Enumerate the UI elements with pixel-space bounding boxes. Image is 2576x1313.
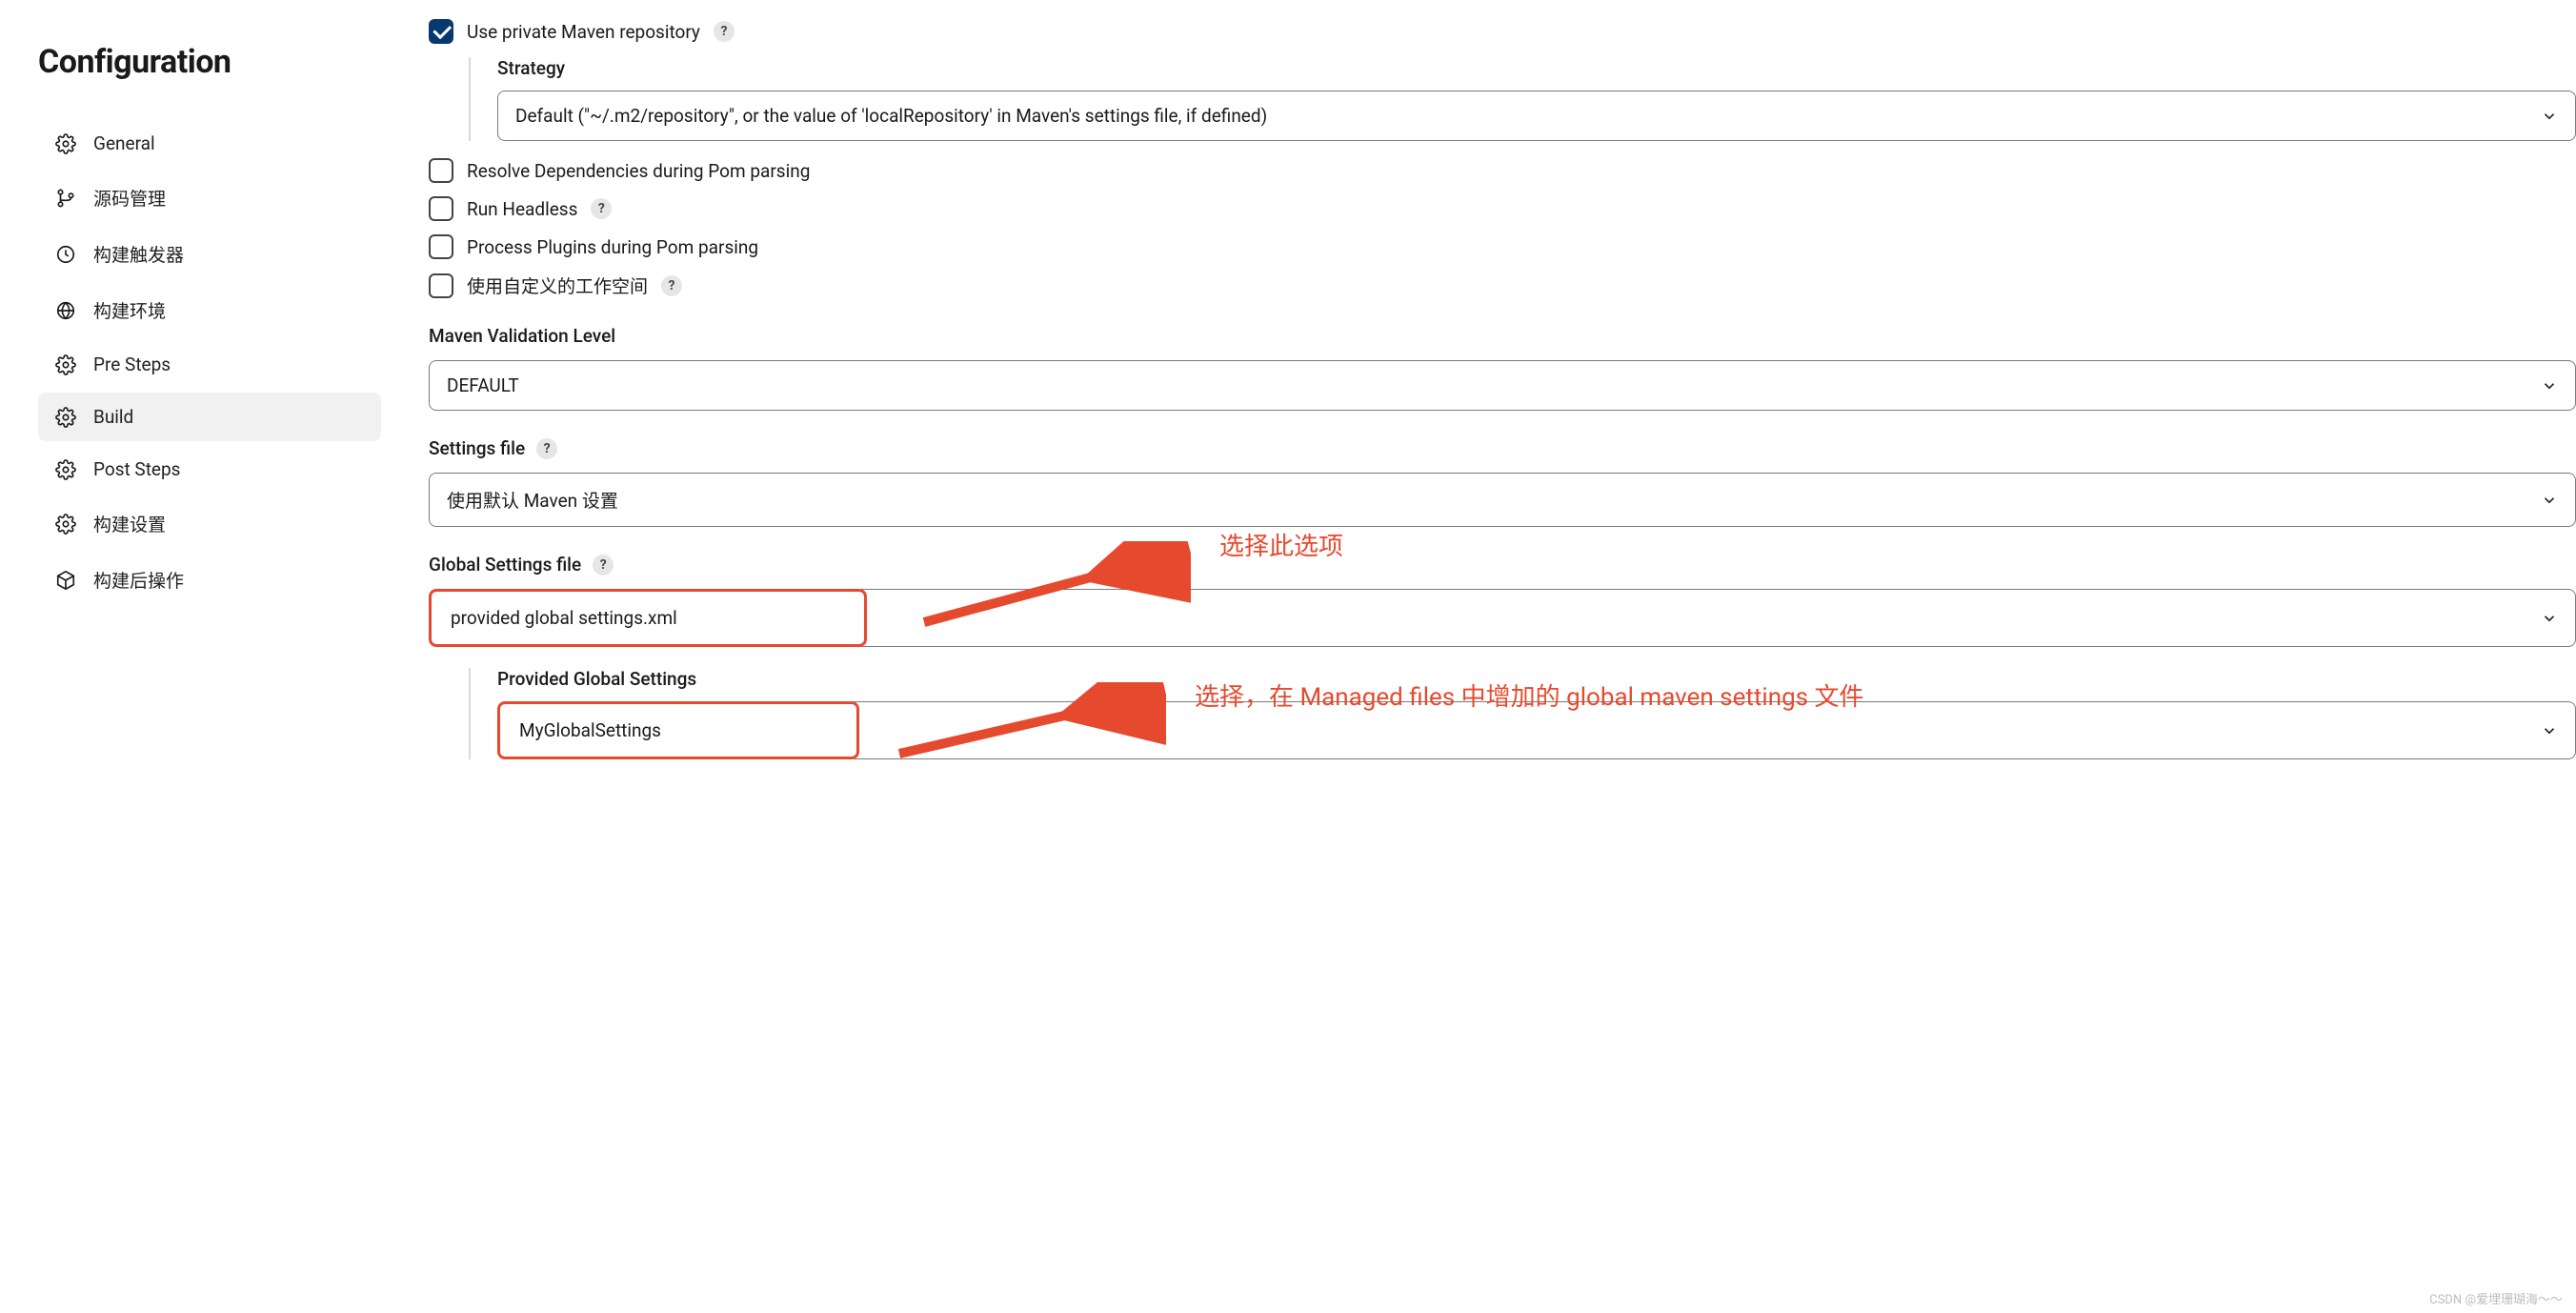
chevron-down-icon [2541, 722, 2558, 739]
nav-label: Build [93, 406, 133, 428]
help-icon[interactable]: ? [714, 21, 735, 42]
chevron-down-icon [2541, 108, 2558, 125]
nav-label: 构建设置 [93, 511, 166, 536]
select-value: DEFAULT [447, 374, 519, 396]
nav-item-scm[interactable]: 源码管理 [38, 172, 381, 224]
label-use-private-repo: Use private Maven repository [467, 21, 700, 43]
nav-item-triggers[interactable]: 构建触发器 [38, 228, 381, 280]
label-validation-level: Maven Validation Level [429, 325, 2576, 347]
gear-icon [55, 514, 76, 535]
nav-label: 构建环境 [93, 297, 166, 323]
annotation-text: 选择，在 Managed files 中增加的 global maven set… [1195, 677, 1864, 713]
nav-label: 源码管理 [93, 185, 166, 211]
select-value: Default ("~/.m2/repository", or the valu… [515, 105, 1267, 127]
nav-item-build[interactable]: Build [38, 393, 381, 441]
gear-icon [55, 459, 76, 480]
branch-icon [55, 188, 76, 209]
label-settings-file: Settings file [429, 437, 525, 459]
chevron-down-icon [2541, 377, 2558, 394]
nav-label: Pre Steps [93, 354, 171, 375]
nav-item-buildsettings[interactable]: 构建设置 [38, 497, 381, 550]
annotation-highlight: provided global settings.xml [429, 589, 867, 647]
nav-label: 构建触发器 [93, 241, 184, 267]
annotation-text: 选择此选项 [1219, 527, 1343, 562]
select-validation-level[interactable]: DEFAULT [429, 360, 2576, 411]
checkbox-run-headless[interactable] [429, 196, 453, 221]
select-value: 使用默认 Maven 设置 [447, 487, 618, 513]
sidebar-title: Configuration [38, 43, 381, 81]
annotation-highlight: MyGlobalSettings [497, 701, 859, 759]
watermark: CSDN @爱埋珊瑚海～～ [2429, 1289, 2563, 1307]
help-icon[interactable]: ? [591, 198, 612, 219]
globe-icon [55, 300, 76, 321]
select-global-settings[interactable]: provided global settings.xml [429, 589, 2576, 647]
chevron-down-icon [2541, 492, 2558, 509]
help-icon[interactable]: ? [593, 555, 614, 576]
label-run-headless: Run Headless [467, 198, 577, 220]
package-icon [55, 570, 76, 591]
checkbox-process-plugins[interactable] [429, 234, 453, 259]
label-strategy: Strategy [497, 57, 2576, 79]
nav-item-postbuild[interactable]: 构建后操作 [38, 554, 381, 606]
checkbox-custom-workspace[interactable] [429, 273, 453, 298]
select-value: MyGlobalSettings [519, 719, 661, 741]
nav-label: Post Steps [93, 458, 180, 480]
label-global-settings: Global Settings file [429, 554, 581, 576]
gear-icon [55, 354, 76, 375]
sidebar: Configuration General 源码管理 构建触发器 构建环境 [0, 0, 400, 1313]
checkbox-use-private-repo[interactable] [429, 19, 453, 44]
nav-item-poststeps[interactable]: Post Steps [38, 445, 381, 494]
chevron-down-icon [2541, 610, 2558, 627]
nav-label: General [93, 132, 155, 154]
select-strategy[interactable]: Default ("~/.m2/repository", or the valu… [497, 91, 2576, 141]
label-resolve-deps: Resolve Dependencies during Pom parsing [467, 160, 810, 182]
select-settings-file[interactable]: 使用默认 Maven 设置 [429, 473, 2576, 527]
main-content: Use private Maven repository ? Strategy … [400, 0, 2576, 1313]
label-custom-workspace: 使用自定义的工作空间 [467, 273, 648, 298]
help-icon[interactable]: ? [536, 438, 557, 459]
nav-label: 构建后操作 [93, 567, 184, 593]
gear-icon [55, 133, 76, 154]
checkbox-resolve-deps[interactable] [429, 158, 453, 183]
help-icon[interactable]: ? [661, 275, 682, 296]
nav-item-presteps[interactable]: Pre Steps [38, 340, 381, 389]
gear-icon [55, 407, 76, 428]
nav-item-general[interactable]: General [38, 119, 381, 168]
clock-icon [55, 244, 76, 265]
select-value: provided global settings.xml [451, 607, 677, 629]
nav-item-env[interactable]: 构建环境 [38, 284, 381, 336]
label-process-plugins: Process Plugins during Pom parsing [467, 236, 758, 258]
